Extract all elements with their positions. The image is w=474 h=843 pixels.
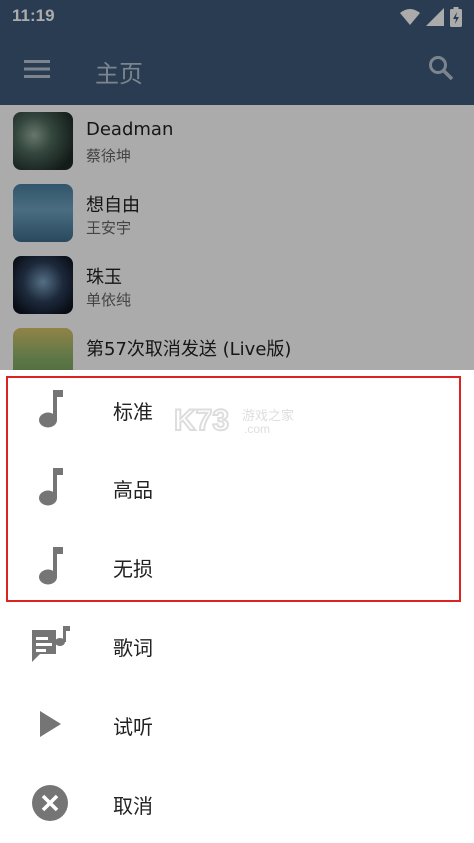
sheet-item-label: 试听 xyxy=(113,715,153,739)
sheet-item-label: 取消 xyxy=(113,794,153,818)
cancel-icon xyxy=(30,783,70,823)
play-icon xyxy=(30,704,70,744)
lyrics-icon xyxy=(30,625,70,665)
sheet-item-label: 无损 xyxy=(113,557,153,581)
sheet-item-label: 歌词 xyxy=(113,636,153,660)
sheet-item-label: 标准 xyxy=(113,400,153,424)
music-note-icon xyxy=(30,546,70,586)
quality-standard-option[interactable]: 标准 xyxy=(0,370,474,448)
music-note-icon xyxy=(30,389,70,429)
quality-lossless-option[interactable]: 无损 xyxy=(0,527,474,605)
preview-option[interactable]: 试听 xyxy=(0,685,474,763)
cancel-option[interactable]: 取消 xyxy=(0,764,474,842)
music-note-icon xyxy=(30,467,70,507)
lyrics-option[interactable]: 歌词 xyxy=(0,606,474,684)
quality-high-option[interactable]: 高品 xyxy=(0,448,474,526)
dim-overlay[interactable] xyxy=(0,0,474,370)
sheet-item-label: 高品 xyxy=(113,478,153,502)
bottom-sheet: 标准 高品 无损 歌词 试听 取消 xyxy=(0,370,474,843)
